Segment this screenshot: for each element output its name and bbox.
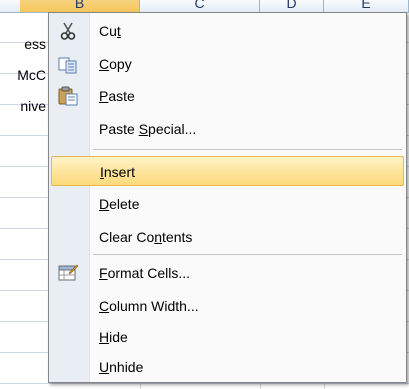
menu-item-label: Delete [99,196,140,212]
column-header-e[interactable]: E [324,0,409,12]
menu-item-label: Copy [99,56,132,72]
cell-value: McC [17,67,46,83]
menu-separator [93,254,402,255]
scissors-icon [57,21,79,41]
menu-item-paste[interactable]: Paste [51,81,404,111]
menu-item-unhide[interactable]: Unhide [51,352,404,382]
menu-item-label: Paste [99,88,135,104]
context-menu: Cut Copy Paste Paste Special... Insert D… [48,12,407,383]
cell-value: ess [24,36,46,52]
menu-item-insert[interactable]: Insert [51,156,404,186]
menu-item-copy[interactable]: Copy [51,49,404,79]
menu-item-label: Cut [99,23,121,39]
format-cells-icon [57,263,79,283]
cell-value: nive [20,98,46,114]
column-header-c[interactable]: C [140,0,260,12]
copy-icon [57,54,79,74]
menu-item-column-width[interactable]: Column Width... [51,291,404,321]
menu-item-cut[interactable]: Cut [51,16,404,46]
column-header-d[interactable]: D [260,0,324,12]
menu-item-label: Insert [100,164,136,180]
menu-item-label: Hide [99,329,128,345]
menu-item-label: Clear Contents [99,229,193,245]
menu-item-label: Paste Special... [99,121,197,137]
cell[interactable]: ess [0,29,46,60]
menu-item-label: Format Cells... [99,265,191,281]
column-header-b[interactable]: B [20,0,140,12]
menu-item-clear-contents[interactable]: Clear Contents [51,222,404,252]
menu-item-paste-special[interactable]: Paste Special... [51,114,404,144]
menu-item-format-cells[interactable]: Format Cells... [51,258,404,288]
paste-icon [57,86,79,106]
menu-item-delete[interactable]: Delete [51,189,404,219]
menu-item-label: Unhide [99,359,144,375]
menu-item-label: Column Width... [99,298,199,314]
menu-separator [93,149,402,150]
cell[interactable]: McC [0,60,46,91]
cell[interactable]: nive [0,91,46,122]
menu-item-hide[interactable]: Hide [51,322,404,352]
